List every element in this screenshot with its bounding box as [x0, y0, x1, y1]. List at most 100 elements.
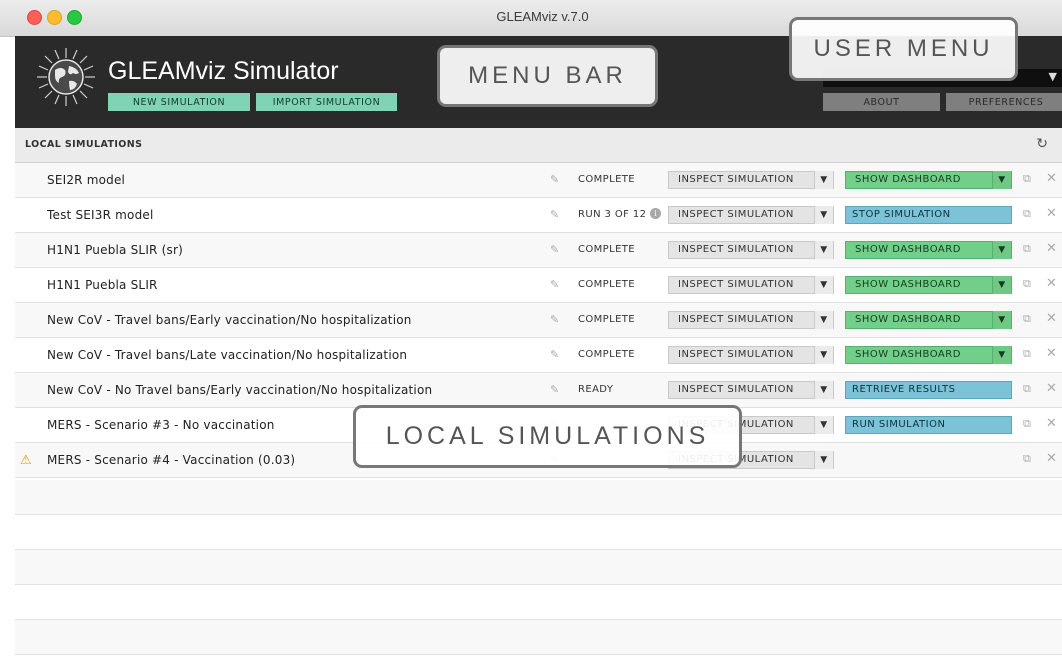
chevron-down-icon[interactable]: ▼	[814, 171, 833, 189]
show-dashboard-button[interactable]: SHOW DASHBOARD ▼	[845, 171, 1012, 189]
chevron-down-icon[interactable]: ▼	[992, 346, 1011, 364]
inspect-label: INSPECT SIMULATION	[678, 314, 794, 325]
section-title: LOCAL SIMULATIONS	[25, 139, 143, 150]
simulation-name: New CoV - Travel bans/Late vaccination/N…	[47, 348, 408, 362]
simulation-status: COMPLETE	[578, 279, 636, 290]
inspect-simulation-dropdown[interactable]: INSPECT SIMULATION ▼	[668, 241, 834, 259]
simulation-status: COMPLETE	[578, 244, 636, 255]
copy-icon[interactable]: ⧉	[1023, 382, 1031, 396]
new-simulation-button[interactable]: NEW SIMULATION	[108, 93, 250, 111]
action-label: SHOW DASHBOARD	[855, 244, 961, 255]
close-icon[interactable]: ✕	[1046, 276, 1057, 291]
inspect-label: INSPECT SIMULATION	[678, 349, 794, 360]
empty-row	[15, 655, 1062, 670]
copy-icon[interactable]: ⧉	[1023, 277, 1031, 291]
close-icon[interactable]: ✕	[1046, 206, 1057, 221]
close-icon[interactable]: ✕	[1046, 311, 1057, 326]
simulation-status: RUN 3 OF 12	[578, 209, 647, 220]
simulation-name: New CoV - No Travel bans/Early vaccinati…	[47, 383, 433, 397]
chevron-down-icon[interactable]: ▼	[814, 451, 833, 469]
import-simulation-button[interactable]: IMPORT SIMULATION	[256, 93, 397, 111]
copy-icon[interactable]: ⧉	[1023, 347, 1031, 361]
simulation-action-button[interactable]: RETRIEVE RESULTS	[845, 381, 1012, 399]
empty-row	[15, 480, 1062, 515]
copy-icon[interactable]: ⧉	[1023, 417, 1031, 431]
simulation-name: New CoV - Travel bans/Early vaccination/…	[47, 313, 412, 327]
chevron-down-icon[interactable]: ▼	[814, 311, 833, 329]
show-dashboard-button[interactable]: SHOW DASHBOARD ▼	[845, 311, 1012, 329]
inspect-label: INSPECT SIMULATION	[678, 279, 794, 290]
pencil-icon[interactable]: ✎	[550, 278, 559, 291]
pencil-icon[interactable]: ✎	[550, 173, 559, 186]
refresh-icon[interactable]: ↻	[1036, 136, 1048, 152]
simulation-action-button[interactable]: STOP SIMULATION	[845, 206, 1012, 224]
chevron-down-icon[interactable]: ▼	[814, 346, 833, 364]
copy-icon[interactable]: ⧉	[1023, 452, 1031, 466]
inspect-simulation-dropdown[interactable]: INSPECT SIMULATION ▼	[668, 346, 834, 364]
table-row[interactable]: New CoV - Travel bans/Early vaccination/…	[15, 303, 1062, 338]
inspect-simulation-dropdown[interactable]: INSPECT SIMULATION ▼	[668, 206, 834, 224]
simulation-action-button[interactable]: RUN SIMULATION	[845, 416, 1012, 434]
warning-icon: ⚠	[20, 453, 32, 468]
simulation-name: Test SEI3R model	[47, 208, 154, 222]
chevron-down-icon[interactable]: ▼	[992, 311, 1011, 329]
inspect-simulation-dropdown[interactable]: INSPECT SIMULATION ▼	[668, 381, 834, 399]
simulation-name: MERS - Scenario #3 - No vaccination	[47, 418, 275, 432]
inspect-label: INSPECT SIMULATION	[678, 174, 794, 185]
chevron-down-icon[interactable]: ▼	[814, 276, 833, 294]
action-label: SHOW DASHBOARD	[855, 314, 961, 325]
empty-row	[15, 585, 1062, 620]
chevron-down-icon: ▼	[1048, 70, 1057, 83]
table-row[interactable]: SEI2R model ✎ COMPLETE INSPECT SIMULATION ▼ S…	[15, 163, 1062, 198]
empty-row	[15, 620, 1062, 655]
table-row[interactable]: New CoV - No Travel bans/Early vaccinati…	[15, 373, 1062, 408]
pencil-icon[interactable]: ✎	[550, 208, 559, 221]
close-icon[interactable]: ✕	[1046, 171, 1057, 186]
pencil-icon[interactable]: ✎	[550, 383, 559, 396]
close-icon[interactable]: ✕	[1046, 451, 1057, 466]
table-row[interactable]: New CoV - Travel bans/Late vaccination/N…	[15, 338, 1062, 373]
simulation-name: H1N1 Puebla SLIR	[47, 278, 158, 292]
simulation-status: COMPLETE	[578, 314, 636, 325]
table-row[interactable]: Test SEI3R model ✎ RUN 3 OF 12 i INSPECT SIM…	[15, 198, 1062, 233]
table-row[interactable]: H1N1 Puebla SLIR ✎ COMPLETE INSPECT SIMULAT…	[15, 268, 1062, 303]
close-icon[interactable]: ✕	[1046, 416, 1057, 431]
copy-icon[interactable]: ⧉	[1023, 207, 1031, 221]
inspect-simulation-dropdown[interactable]: INSPECT SIMULATION ▼	[668, 171, 834, 189]
copy-icon[interactable]: ⧉	[1023, 312, 1031, 326]
about-button[interactable]: ABOUT	[823, 93, 940, 111]
pencil-icon[interactable]: ✎	[550, 243, 559, 256]
chevron-down-icon[interactable]: ▼	[814, 241, 833, 259]
copy-icon[interactable]: ⧉	[1023, 172, 1031, 186]
app-window: GLEAMviz v.7.0 GLEAMviz Simulator NEW SI…	[0, 0, 1062, 670]
pencil-icon[interactable]: ✎	[550, 348, 559, 361]
show-dashboard-button[interactable]: SHOW DASHBOARD ▼	[845, 346, 1012, 364]
simulation-name: H1N1 Puebla SLIR (sr)	[47, 243, 183, 257]
action-label: SHOW DASHBOARD	[855, 279, 961, 290]
close-icon[interactable]: ✕	[1046, 346, 1057, 361]
chevron-down-icon[interactable]: ▼	[814, 206, 833, 224]
inspect-simulation-dropdown[interactable]: INSPECT SIMULATION ▼	[668, 311, 834, 329]
inspect-simulation-dropdown[interactable]: INSPECT SIMULATION ▼	[668, 276, 834, 294]
copy-icon[interactable]: ⧉	[1023, 242, 1031, 256]
preferences-button[interactable]: PREFERENCES	[946, 93, 1062, 111]
inspect-label: INSPECT SIMULATION	[678, 244, 794, 255]
info-icon[interactable]: i	[650, 208, 661, 219]
chevron-down-icon[interactable]: ▼	[814, 381, 833, 399]
pencil-icon[interactable]: ✎	[550, 313, 559, 326]
simulation-status: COMPLETE	[578, 174, 636, 185]
close-icon[interactable]: ✕	[1046, 241, 1057, 256]
local-simulations-callout: LOCAL SIMULATIONS	[353, 405, 742, 468]
table-row[interactable]: H1N1 Puebla SLIR (sr) ✎ COMPLETE INSPECT SI…	[15, 233, 1062, 268]
chevron-down-icon[interactable]: ▼	[992, 241, 1011, 259]
empty-rows	[15, 480, 1062, 670]
show-dashboard-button[interactable]: SHOW DASHBOARD ▼	[845, 276, 1012, 294]
simulation-status: READY	[578, 384, 614, 395]
close-icon[interactable]: ✕	[1046, 381, 1057, 396]
chevron-down-icon[interactable]: ▼	[992, 171, 1011, 189]
show-dashboard-button[interactable]: SHOW DASHBOARD ▼	[845, 241, 1012, 259]
app-title: GLEAMviz Simulator	[108, 57, 339, 85]
chevron-down-icon[interactable]: ▼	[814, 416, 833, 434]
inspect-label: INSPECT SIMULATION	[678, 209, 794, 220]
chevron-down-icon[interactable]: ▼	[992, 276, 1011, 294]
